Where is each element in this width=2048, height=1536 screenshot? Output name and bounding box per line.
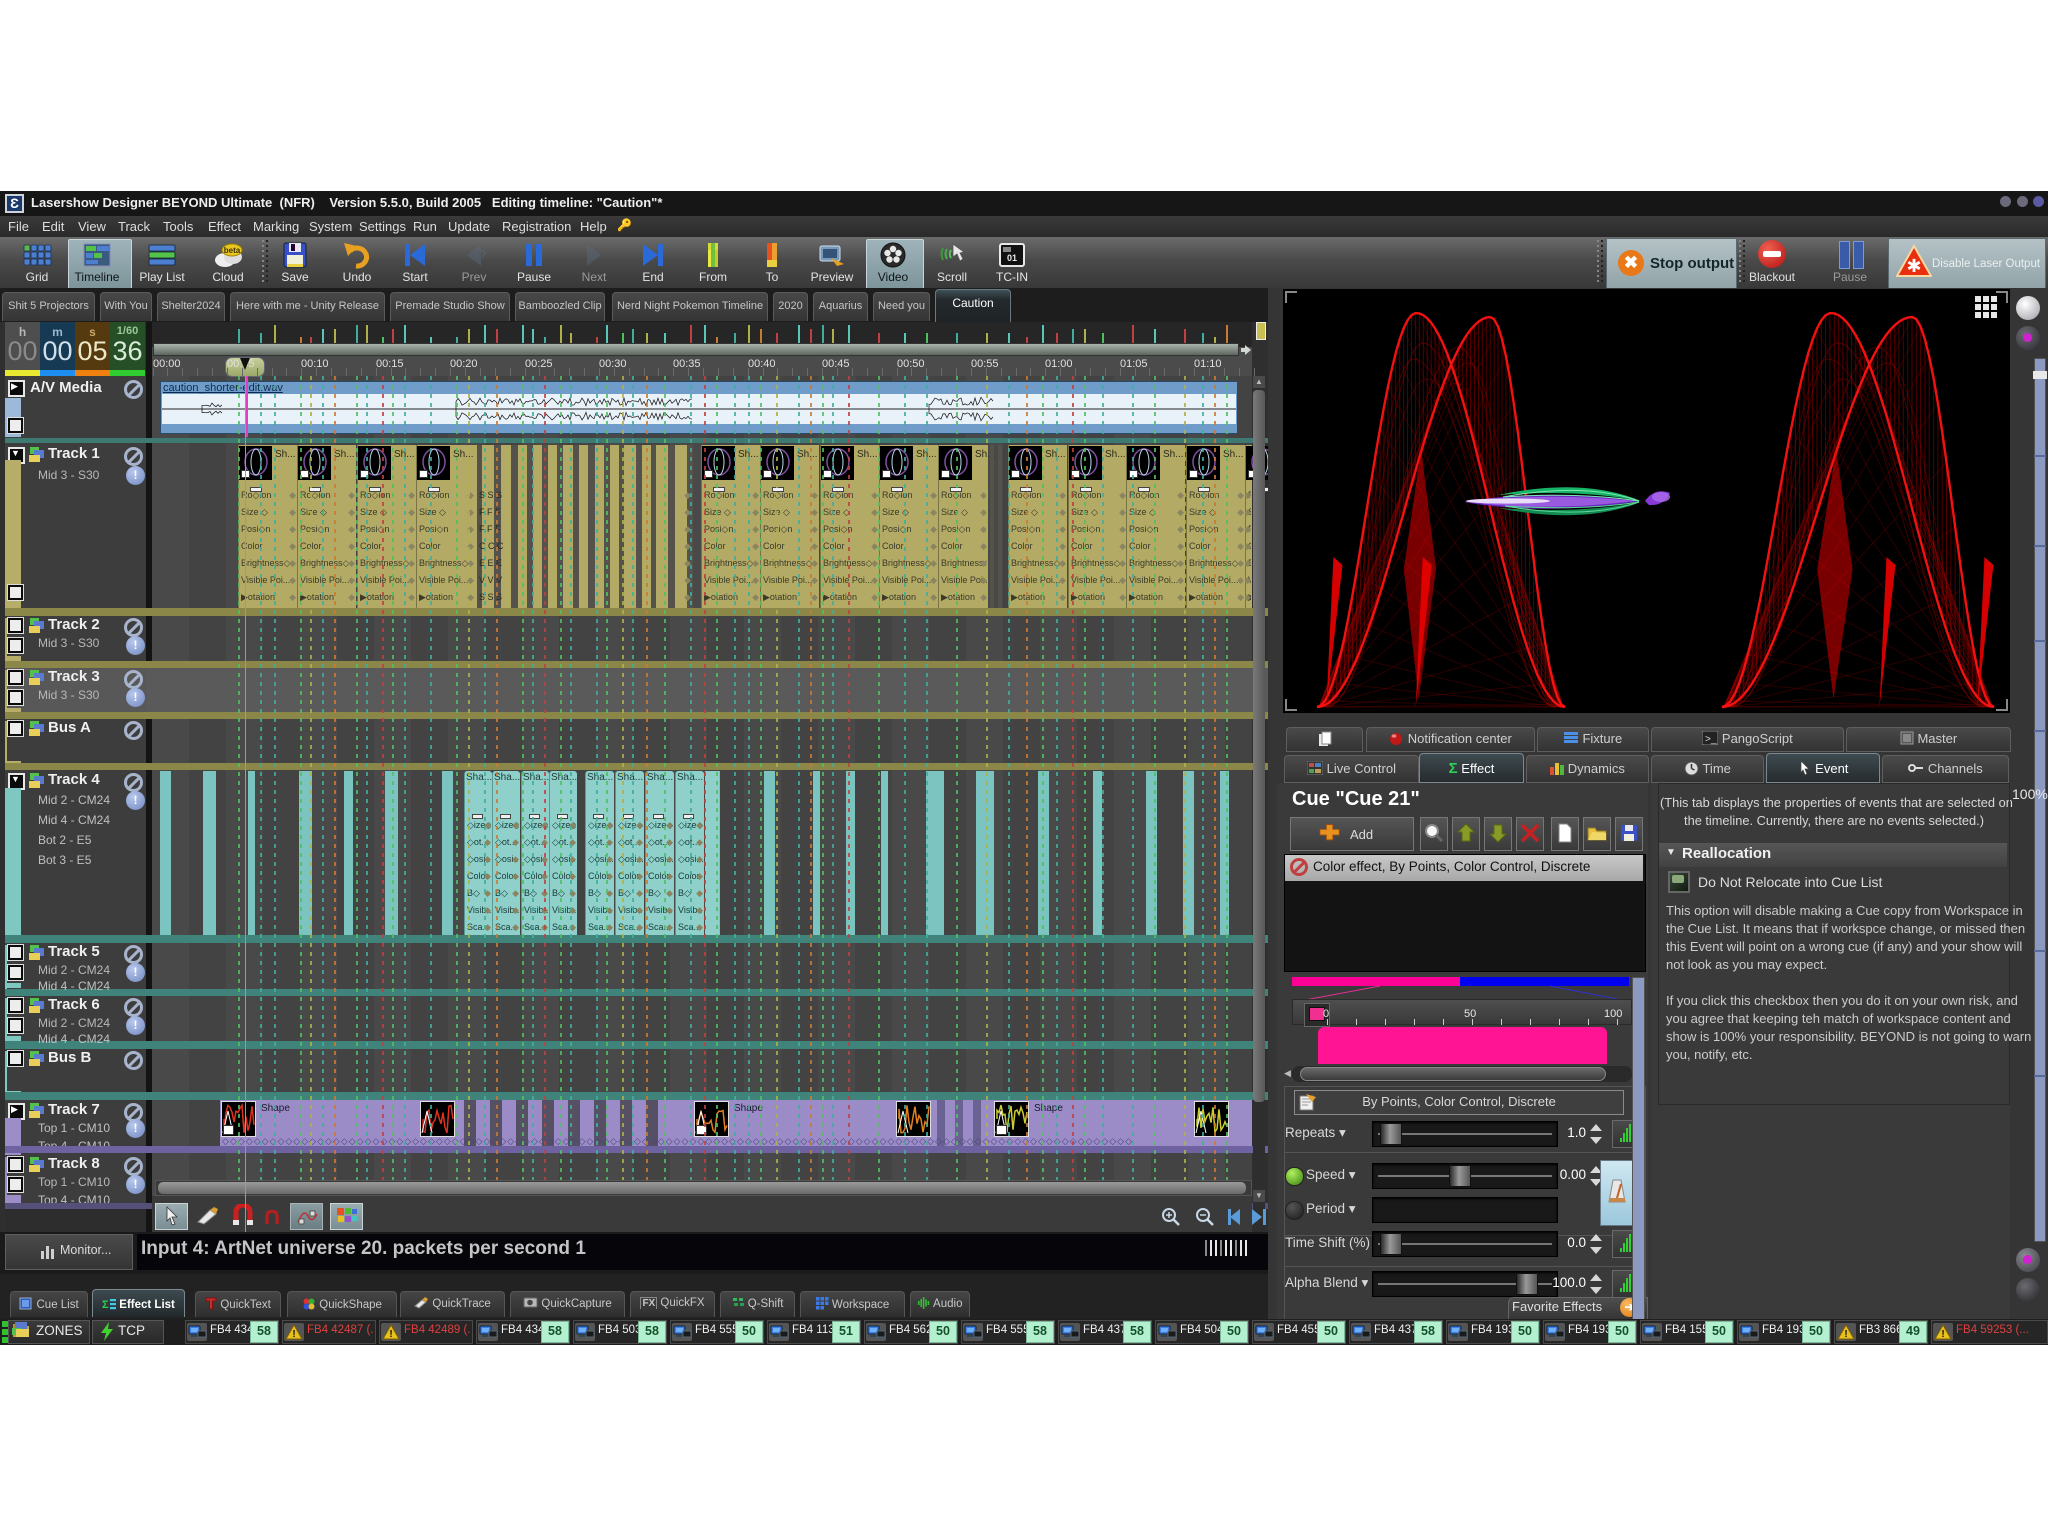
svg-text:Σ: Σ bbox=[102, 1299, 109, 1310]
svg-text:✱: ✱ bbox=[1906, 256, 1921, 276]
svg-text:!: ! bbox=[1941, 1329, 1944, 1340]
svg-text:Add: Add bbox=[1350, 827, 1373, 842]
svg-text:!: ! bbox=[292, 1329, 295, 1340]
svg-text:beta: beta bbox=[224, 246, 241, 255]
svg-text:01: 01 bbox=[1007, 253, 1017, 263]
svg-text:?: ? bbox=[479, 247, 487, 262]
svg-text:>_: >_ bbox=[1705, 734, 1717, 745]
svg-text:!: ! bbox=[389, 1329, 392, 1340]
svg-text:!: ! bbox=[1844, 1329, 1847, 1340]
